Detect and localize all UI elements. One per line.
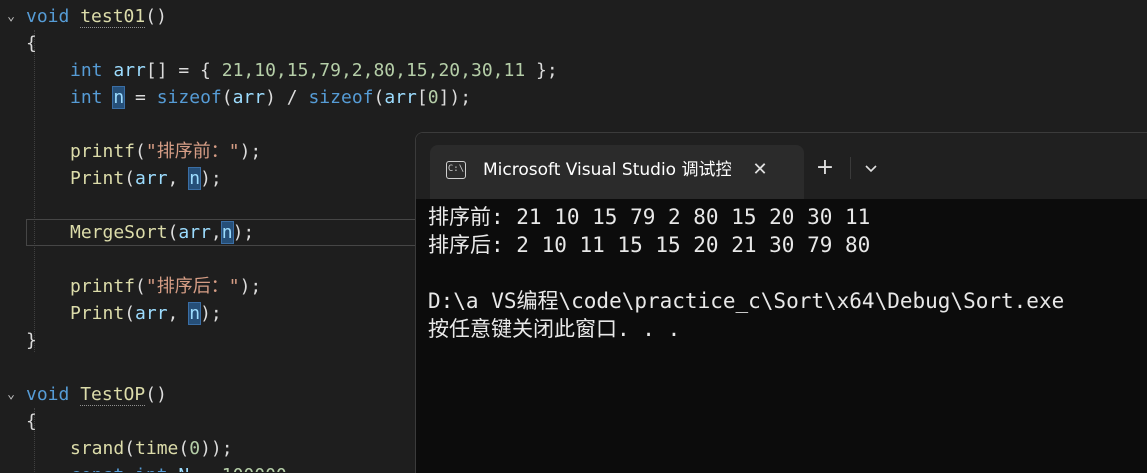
variable: arr	[113, 60, 146, 81]
string-literal: "排序前："	[145, 141, 240, 162]
code-line[interactable]: }	[26, 327, 37, 354]
code-text: ) /	[265, 87, 309, 108]
code-text: =	[124, 87, 157, 108]
keyword: int	[70, 87, 103, 108]
console-line: 排序前: 21 10 15 79 2 80 15 20 30 11	[428, 205, 871, 229]
code-line[interactable]: int n = sizeof(arr) / sizeof(arr[0]);	[70, 84, 471, 111]
code-text: {	[26, 33, 37, 54]
keyword: int	[70, 60, 103, 81]
chevron-down-icon[interactable]	[858, 153, 884, 183]
variable: arr	[135, 303, 168, 324]
code-text: ,	[167, 168, 190, 189]
keyword: sizeof	[308, 87, 374, 108]
code-text: (	[221, 87, 233, 108]
code-text: ]);	[438, 87, 472, 108]
variable: N	[178, 465, 189, 472]
code-text: );	[232, 222, 255, 243]
code-line[interactable]: Print(arr, n);	[70, 300, 222, 327]
variable: n	[188, 167, 202, 190]
function-name: printf	[70, 276, 136, 297]
code-line[interactable]: printf("排序前：");	[70, 138, 261, 165]
code-line[interactable]: {	[26, 408, 37, 435]
tab-title: Microsoft Visual Studio 调试控制台	[483, 160, 731, 180]
number-literal: 100000	[222, 465, 287, 472]
plus-icon[interactable]: +	[812, 153, 838, 183]
code-line[interactable]: printf("排序后：");	[70, 273, 261, 300]
code-text: (	[135, 141, 146, 162]
code-text: };	[525, 60, 558, 81]
code-text: );	[239, 276, 262, 297]
code-text: (	[135, 276, 146, 297]
code-line[interactable]: void test01()	[26, 3, 167, 30]
indent-guide	[34, 30, 35, 352]
close-icon[interactable]: ✕	[748, 158, 772, 182]
keyword: const	[70, 465, 124, 472]
function-name: printf	[70, 141, 136, 162]
function-name: Print	[70, 168, 125, 189]
console-line: D:\a VS编程\code\practice_c\Sort\x64\Debug…	[428, 289, 1065, 313]
string-literal: "排序后："	[145, 276, 240, 297]
code-text: (	[124, 303, 136, 324]
console-tab[interactable]: C:\ Microsoft Visual Studio 调试控制台 ✕	[430, 145, 804, 199]
code-text: {	[26, 411, 37, 432]
code-text: }	[26, 330, 37, 351]
code-text: );	[200, 168, 222, 189]
keyword: void	[26, 384, 70, 405]
code-text: (	[124, 168, 136, 189]
console-line: 按任意键关闭此窗口. . .	[428, 317, 681, 341]
keyword: int	[135, 465, 168, 472]
function-name: time	[135, 438, 179, 459]
console-titlebar[interactable]: C:\ Microsoft Visual Studio 调试控制台 ✕ +	[416, 133, 1147, 199]
function-name: Print	[70, 303, 125, 324]
variable: arr	[178, 222, 211, 243]
code-text: ()	[145, 384, 167, 405]
code-line[interactable]: MergeSort(arr,n);	[70, 219, 254, 246]
code-text: );	[239, 141, 262, 162]
code-text: ,	[167, 303, 190, 324]
variable: arr	[135, 168, 168, 189]
code-text: ));	[200, 438, 233, 459]
keyword: sizeof	[156, 87, 222, 108]
variable: n	[188, 302, 202, 325]
code-line[interactable]: {	[26, 30, 37, 57]
variable: arr	[232, 87, 266, 108]
code-text: [] = {	[145, 60, 222, 81]
code-text: (	[373, 87, 385, 108]
code-text: =	[189, 465, 222, 472]
function-name: MergeSort	[70, 222, 168, 243]
code-line[interactable]: Print(arr, n);	[70, 165, 222, 192]
console-output[interactable]: 排序前: 21 10 15 79 2 80 15 20 30 11 排序后: 2…	[416, 199, 1147, 473]
titlebar-divider	[850, 157, 851, 179]
variable: arr	[384, 87, 417, 108]
function-name: srand	[70, 438, 125, 459]
variable: n	[112, 86, 126, 109]
code-line[interactable]: int arr[] = { 21,10,15,79,2,80,15,20,30,…	[70, 57, 558, 84]
code-text: (	[124, 438, 136, 459]
chevron-down-icon[interactable]: ⌄	[4, 381, 18, 408]
code-text: [	[416, 87, 428, 108]
number-literal: 21,10,15,79,2,80,15,20,30,11	[221, 60, 526, 81]
function-name: TestOP	[80, 384, 146, 406]
debug-console-window[interactable]: C:\ Microsoft Visual Studio 调试控制台 ✕ + 排序…	[415, 132, 1147, 473]
code-text: (	[167, 222, 179, 243]
number-literal: 0	[427, 87, 439, 108]
code-text: );	[200, 303, 222, 324]
code-text: ,	[210, 222, 222, 243]
code-line[interactable]: srand(time(0));	[70, 435, 233, 462]
number-literal: 0	[189, 438, 201, 459]
chevron-down-icon[interactable]: ⌄	[4, 3, 18, 30]
console-icon: C:\	[446, 161, 466, 179]
function-name: test01	[80, 6, 146, 28]
code-line[interactable]: const int N = 100000	[70, 462, 287, 472]
variable: n	[220, 221, 234, 244]
console-line: 排序后: 2 10 11 15 15 20 21 30 79 80	[428, 233, 871, 257]
code-line[interactable]: void TestOP()	[26, 381, 167, 408]
code-text: ()	[145, 6, 167, 27]
code-text: (	[178, 438, 190, 459]
keyword: void	[26, 6, 70, 27]
